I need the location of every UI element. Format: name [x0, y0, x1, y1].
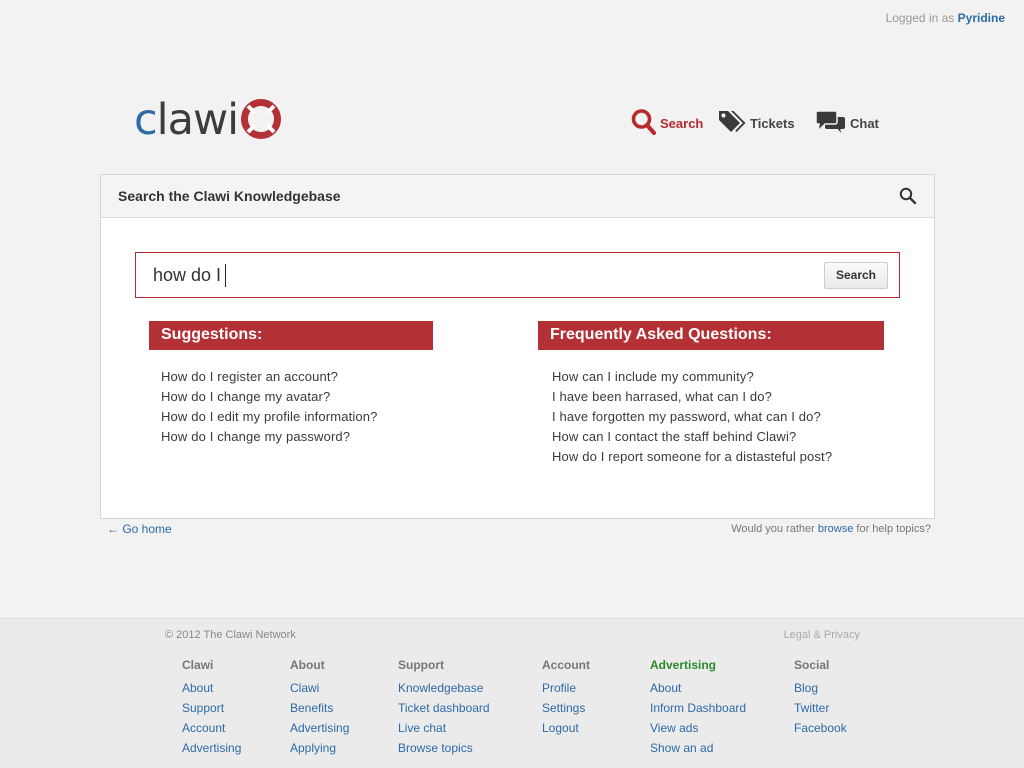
footer-column-account: Account Profile Settings Logout — [542, 658, 590, 738]
footer-column-title: Account — [542, 658, 590, 672]
search-box: Search — [135, 252, 900, 298]
logo-text: clawi — [134, 94, 239, 145]
search-icon[interactable] — [899, 187, 917, 205]
footer-column-title: Clawi — [182, 658, 214, 672]
username-link[interactable]: Pyridine — [958, 11, 1005, 25]
suggestion-item[interactable]: How do I edit my profile information? — [161, 407, 433, 427]
footer-column-advertising: Advertising About Inform Dashboard View … — [650, 658, 746, 758]
footer: © 2012 The Clawi Network Legal & Privacy… — [0, 618, 1024, 768]
footer-link[interactable]: Profile — [542, 678, 590, 698]
panel-header: Search the Clawi Knowledgebase — [101, 175, 934, 218]
login-status: Logged in as Pyridine — [886, 11, 1005, 25]
footer-column-support: Support Knowledgebase Ticket dashboard L… — [398, 658, 490, 758]
footer-link[interactable]: Support — [182, 698, 241, 718]
text-caret — [225, 264, 226, 287]
footer-link[interactable]: Benefits — [290, 698, 349, 718]
nav-tickets-label: Tickets — [750, 116, 795, 131]
search-icon — [631, 108, 657, 139]
footer-column-social: Social Blog Twitter Facebook — [794, 658, 847, 738]
faq-item[interactable]: How can I contact the staff behind Clawi… — [552, 427, 884, 447]
footer-link[interactable]: Blog — [794, 678, 847, 698]
suggestion-item[interactable]: How do I change my password? — [161, 427, 433, 447]
footer-column-about: About Clawi Benefits Advertising Applyin… — [290, 658, 349, 758]
search-input[interactable] — [153, 264, 793, 286]
faq-section: Frequently Asked Questions: How can I in… — [538, 321, 884, 467]
nav-tickets[interactable]: Tickets — [717, 108, 815, 139]
footer-link[interactable]: Advertising — [182, 738, 241, 758]
footer-link[interactable]: Live chat — [398, 718, 490, 738]
footer-link[interactable]: Ticket dashboard — [398, 698, 490, 718]
login-prefix: Logged in as — [885, 11, 955, 25]
footer-link[interactable]: Advertising — [290, 718, 349, 738]
footer-link[interactable]: Twitter — [794, 698, 847, 718]
lifebuoy-icon — [241, 99, 282, 144]
faq-item[interactable]: I have forgotten my password, what can I… — [552, 407, 884, 427]
footer-link[interactable]: Clawi — [290, 678, 349, 698]
footer-link[interactable]: About — [182, 678, 241, 698]
browse-suffix: for help topics? — [856, 523, 931, 535]
below-panel-bar: ← Go home Would you rather browse for he… — [107, 522, 931, 536]
suggestions-section: Suggestions: How do I register an accoun… — [149, 321, 433, 447]
tag-icon — [717, 108, 747, 139]
legal-privacy-link[interactable]: Legal & Privacy — [784, 629, 860, 641]
search-button[interactable]: Search — [823, 261, 888, 289]
footer-link[interactable]: Logout — [542, 718, 590, 738]
panel-title: Search the Clawi Knowledgebase — [118, 188, 341, 204]
chat-icon — [815, 109, 847, 138]
footer-column-title: Advertising — [650, 658, 717, 672]
footer-column-title: About — [290, 658, 325, 672]
footer-link[interactable]: Show an ad — [650, 738, 746, 758]
faq-item[interactable]: How can I include my community? — [552, 367, 884, 387]
faq-item[interactable]: I have been harrased, what can I do? — [552, 387, 884, 407]
faq-heading: Frequently Asked Questions: — [538, 321, 884, 350]
footer-link[interactable]: Applying — [290, 738, 349, 758]
footer-column-title: Social — [794, 658, 830, 672]
clawi-logo[interactable]: clawi — [134, 94, 282, 145]
nav-search-label: Search — [660, 116, 704, 131]
footer-column-title: Support — [398, 658, 444, 672]
suggestions-heading: Suggestions: — [149, 321, 433, 350]
copyright: © 2012 The Clawi Network — [165, 629, 296, 641]
faq-item[interactable]: How do I report someone for a distastefu… — [552, 447, 884, 467]
browse-prefix: Would you rather — [731, 523, 815, 535]
browse-note: Would you rather browse for help topics? — [731, 523, 931, 535]
nav-chat-label: Chat — [850, 116, 879, 131]
go-home-link[interactable]: ← Go home — [107, 522, 172, 536]
footer-link[interactable]: Knowledgebase — [398, 678, 490, 698]
nav-search[interactable]: Search — [631, 108, 717, 139]
footer-column-clawi: Clawi About Support Account Advertising — [182, 658, 241, 758]
suggestion-item[interactable]: How do I register an account? — [161, 367, 433, 387]
faq-list: How can I include my community? I have b… — [538, 367, 884, 467]
footer-link[interactable]: About — [650, 678, 746, 698]
footer-link[interactable]: View ads — [650, 718, 746, 738]
footer-link[interactable]: Account — [182, 718, 241, 738]
footer-link[interactable]: Settings — [542, 698, 590, 718]
footer-link[interactable]: Browse topics — [398, 738, 490, 758]
suggestions-list: How do I register an account? How do I c… — [149, 367, 433, 447]
footer-link[interactable]: Inform Dashboard — [650, 698, 746, 718]
footer-link[interactable]: Facebook — [794, 718, 847, 738]
suggestion-item[interactable]: How do I change my avatar? — [161, 387, 433, 407]
nav-chat[interactable]: Chat — [815, 109, 879, 138]
knowledgebase-panel: Search the Clawi Knowledgebase Search Su… — [100, 174, 935, 519]
browse-link[interactable]: browse — [818, 523, 853, 535]
main-nav: Search Tickets Chat — [631, 108, 879, 139]
